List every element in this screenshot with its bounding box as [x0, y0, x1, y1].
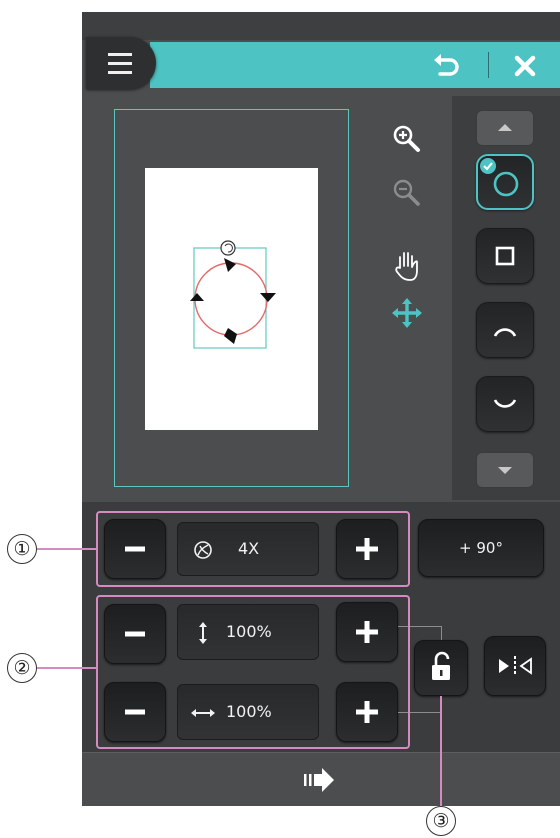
callout-line-2: [36, 667, 96, 669]
circle-design: [194, 262, 268, 336]
design-arrow-bottom: [224, 328, 237, 344]
hand-pan-icon: [395, 252, 418, 281]
undo-arrow-icon: [434, 54, 459, 76]
design-arrow-top: [224, 258, 236, 272]
design-arrow-left: [190, 293, 204, 301]
shape-square-button[interactable]: [476, 228, 534, 284]
chevron-down-icon: [498, 467, 512, 474]
callout-line-3: [440, 696, 442, 808]
arc-top-shape-icon: [493, 328, 517, 337]
callout-3: ③: [426, 806, 456, 836]
design-rotate-handle: [220, 240, 236, 256]
callout-box-2: [96, 595, 410, 749]
padlock-open-icon: [432, 651, 450, 680]
menu-button[interactable]: [86, 37, 156, 89]
close-button[interactable]: [508, 50, 542, 82]
close-x-icon: [514, 55, 536, 77]
move-button[interactable]: [390, 296, 424, 330]
rotate-90-label: + 90°: [459, 539, 503, 557]
next-arrow-icon: [304, 768, 334, 792]
pan-button[interactable]: [390, 248, 424, 284]
zoom-in-button[interactable]: [390, 122, 424, 156]
undo-button[interactable]: [430, 50, 464, 82]
proportion-lock-button[interactable]: [414, 640, 468, 696]
zoom-in-icon: [393, 125, 420, 152]
square-shape-icon: [495, 246, 515, 266]
selected-check-icon: [480, 158, 496, 174]
top-status-strip: [82, 12, 560, 40]
chevron-up-icon: [498, 124, 512, 131]
mirror-horizontal-icon: [499, 656, 532, 676]
callout-line-1: [36, 548, 96, 550]
zoom-out-icon: [393, 179, 420, 206]
callout-box-1: [96, 511, 410, 587]
shape-circle-button[interactable]: [476, 154, 534, 210]
move-arrows-icon: [392, 298, 422, 328]
rotate-90-button[interactable]: + 90°: [418, 519, 544, 577]
scroll-up-button[interactable]: [476, 110, 534, 146]
header-bar: [150, 42, 560, 88]
mirror-button[interactable]: [484, 636, 546, 696]
zoom-out-button[interactable]: [390, 176, 424, 210]
footer-divider: [82, 752, 560, 753]
next-button[interactable]: [290, 762, 346, 798]
callout-1: ①: [7, 534, 37, 564]
design-arrow-right: [260, 293, 276, 302]
shape-arc-bottom-button[interactable]: [476, 376, 534, 432]
scroll-down-button[interactable]: [476, 452, 534, 488]
design-preview[interactable]: [180, 234, 284, 354]
arc-bottom-shape-icon: [493, 399, 517, 408]
callout-2: ②: [7, 653, 37, 683]
header-divider: [488, 52, 489, 78]
shape-arc-top-button[interactable]: [476, 302, 534, 358]
